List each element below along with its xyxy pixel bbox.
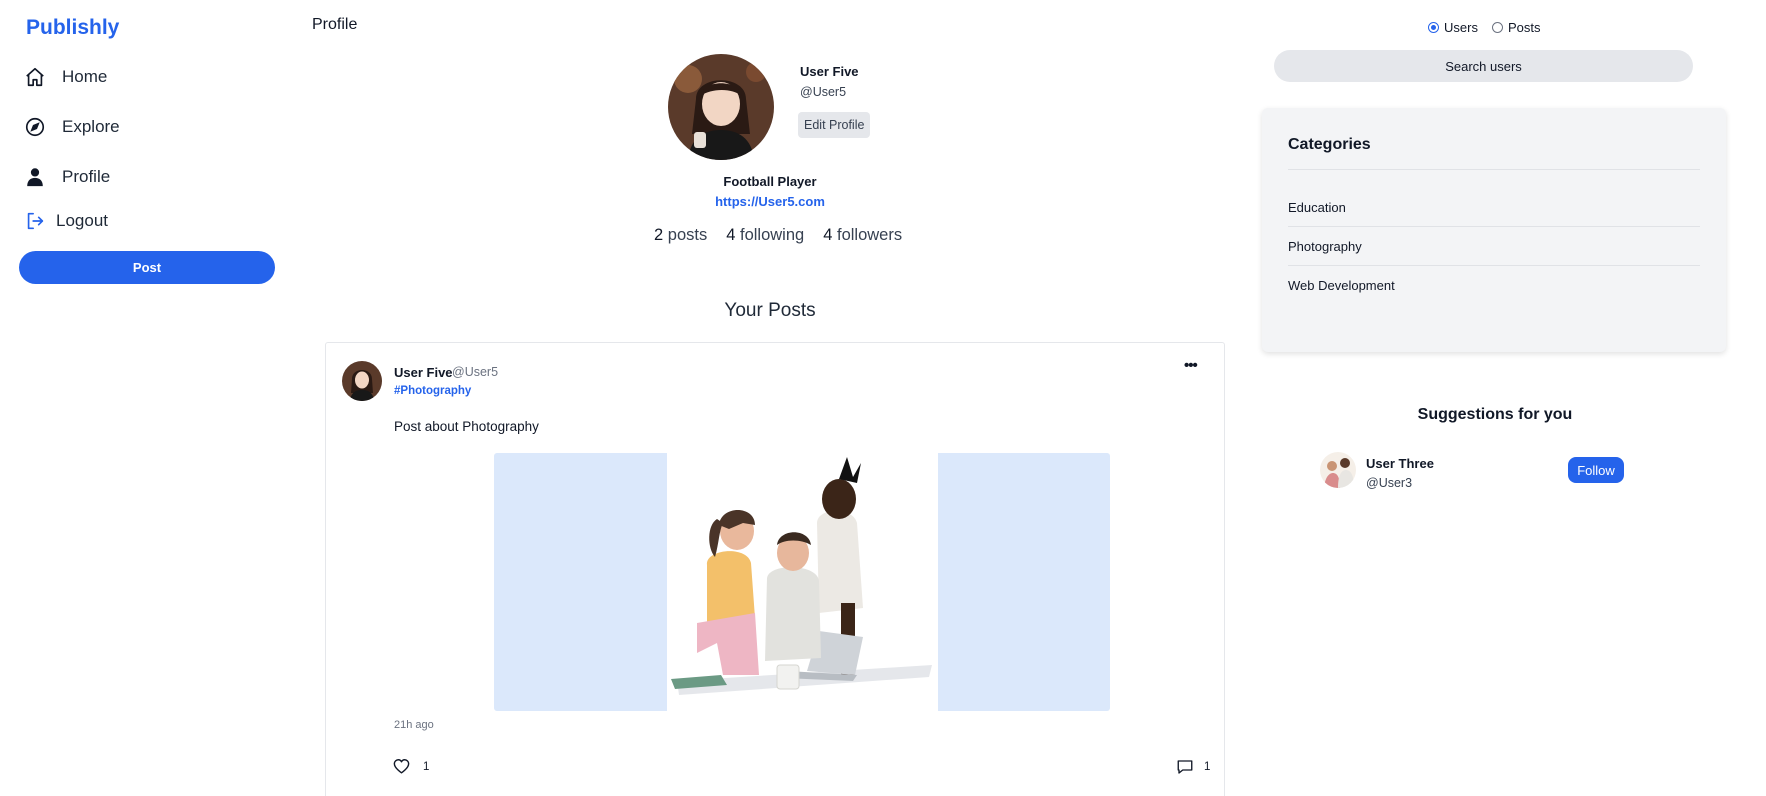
post-author-avatar[interactable] — [342, 361, 382, 401]
categories-title: Categories — [1288, 136, 1371, 153]
comment-button[interactable]: 1 — [1176, 758, 1210, 776]
your-posts-title: Your Posts — [724, 300, 816, 321]
divider — [1288, 265, 1700, 266]
post-image-illustration — [667, 453, 938, 711]
suggestion-avatar[interactable] — [1320, 452, 1356, 488]
sidebar-item-home[interactable]: Home — [24, 66, 107, 88]
radio-label: Posts — [1507, 20, 1541, 35]
post-text: Post about Photography — [394, 419, 539, 434]
profile-avatar[interactable] — [668, 54, 774, 160]
categories-panel: Categories Education Photography Web Dev… — [1262, 108, 1726, 352]
profile-handle: @User5 — [800, 85, 847, 99]
like-button[interactable]: 1 — [392, 757, 429, 776]
divider — [1288, 226, 1700, 227]
left-sidebar: Publishly Home Explore Profile Logout Po… — [0, 0, 290, 796]
post-image[interactable] — [494, 453, 1110, 711]
post-button[interactable]: Post — [19, 251, 275, 284]
search-mode-toggle: Users Posts — [1428, 20, 1540, 35]
heart-icon — [393, 759, 410, 774]
posts-label: posts — [667, 226, 708, 244]
category-item-education[interactable]: Education — [1288, 200, 1346, 215]
sidebar-item-logout[interactable]: Logout — [24, 210, 108, 232]
radio-posts[interactable]: Posts — [1491, 20, 1541, 35]
post-category-tag[interactable]: #Photography — [394, 385, 471, 397]
profile-name: User Five — [800, 64, 859, 79]
follow-button[interactable]: Follow — [1568, 457, 1624, 483]
profile-stats: 2 posts 4 following 4 followers — [654, 226, 902, 245]
profile-website-link[interactable]: https://User5.com — [620, 194, 920, 209]
followers-label: followers — [837, 226, 903, 244]
suggestion-handle: @User3 — [1366, 476, 1413, 490]
post-card: User Five @User5 #Photography ••• Post a… — [325, 342, 1225, 796]
sidebar-item-label: Explore — [62, 117, 120, 136]
category-item-web-development[interactable]: Web Development — [1288, 278, 1395, 293]
following-label: following — [740, 226, 805, 244]
brand-logo[interactable]: Publishly — [26, 16, 119, 40]
sidebar-item-label: Profile — [62, 167, 111, 186]
logout-icon — [27, 212, 44, 230]
post-author-name[interactable]: User Five — [394, 365, 453, 380]
following-stat[interactable]: 4 following — [726, 226, 804, 245]
home-icon — [26, 67, 44, 87]
divider — [1288, 169, 1700, 170]
suggestion-name[interactable]: User Three — [1366, 456, 1434, 471]
followers-count: 4 — [823, 226, 833, 244]
radio-dot — [1428, 22, 1439, 33]
suggestions-title: Suggestions for you — [1417, 406, 1573, 423]
sidebar-item-explore[interactable]: Explore — [24, 116, 120, 138]
like-count: 1 — [423, 760, 430, 773]
profile-bio: Football Player — [723, 174, 817, 189]
post-author-handle: @User5 — [452, 365, 499, 379]
posts-stat[interactable]: 2 posts — [654, 226, 707, 245]
edit-profile-button[interactable]: Edit Profile — [798, 112, 871, 138]
comment-count: 1 — [1204, 761, 1211, 773]
followers-stat[interactable]: 4 followers — [823, 226, 902, 245]
sidebar-item-label: Home — [62, 67, 108, 86]
radio-label: Users — [1444, 20, 1478, 35]
posts-count: 2 — [654, 226, 664, 244]
search-input[interactable] — [1274, 50, 1693, 82]
radio-users[interactable]: Users — [1428, 20, 1478, 35]
following-count: 4 — [726, 226, 736, 244]
more-options-icon[interactable]: ••• — [1184, 357, 1198, 374]
comment-icon — [1177, 760, 1193, 774]
user-icon — [27, 168, 43, 187]
compass-icon — [25, 117, 45, 137]
post-timestamp: 21h ago — [394, 719, 434, 731]
page-title: Profile — [312, 16, 358, 33]
sidebar-item-label: Logout — [56, 211, 108, 230]
sidebar-item-profile[interactable]: Profile — [24, 166, 110, 188]
category-item-photography[interactable]: Photography — [1288, 239, 1362, 254]
radio-dot — [1491, 22, 1503, 33]
